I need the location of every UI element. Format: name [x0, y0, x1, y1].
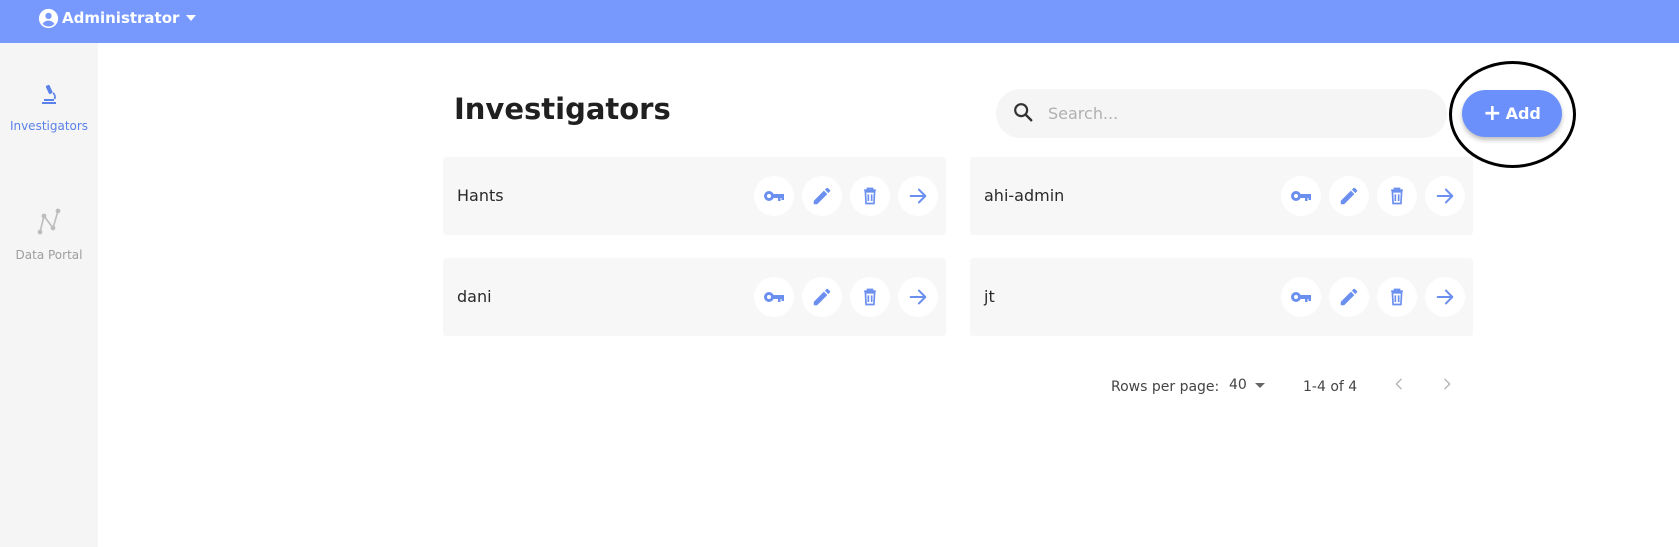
add-button-label: Add: [1505, 104, 1541, 123]
edit-pencil-icon[interactable]: [1329, 176, 1369, 216]
sidebar-item-label: Investigators: [9, 119, 89, 133]
search-box: [996, 89, 1447, 138]
card-actions: [1281, 176, 1465, 216]
rows-per-page-label: Rows per page:: [1111, 379, 1220, 395]
investigator-card[interactable]: ahi-admin: [970, 157, 1473, 235]
investigator-card[interactable]: dani: [443, 258, 946, 336]
arrow-right-icon[interactable]: [898, 176, 938, 216]
edit-pencil-icon[interactable]: [802, 176, 842, 216]
investigator-name: ahi-admin: [984, 186, 1065, 205]
next-page-button[interactable]: [1435, 374, 1459, 398]
sidebar-item-data-portal[interactable]: Data Portal: [0, 208, 98, 262]
card-actions: [754, 176, 938, 216]
plus-icon: +: [1483, 100, 1502, 126]
delete-trash-icon[interactable]: [1377, 277, 1417, 317]
edit-pencil-icon[interactable]: [1329, 277, 1369, 317]
microscope-icon: [38, 83, 60, 111]
chevron-right-icon: [1439, 376, 1455, 396]
user-name: Administrator: [62, 9, 180, 27]
arrow-right-icon[interactable]: [1425, 176, 1465, 216]
sidebar-item-investigators[interactable]: Investigators: [0, 83, 98, 133]
investigator-card[interactable]: jt: [970, 258, 1473, 336]
previous-page-button[interactable]: [1387, 374, 1411, 398]
rows-per-page-value: 40: [1229, 377, 1247, 393]
investigator-name: dani: [457, 287, 492, 306]
key-icon[interactable]: [1281, 176, 1321, 216]
rows-per-page-select[interactable]: 40: [1229, 377, 1265, 393]
network-graph-icon: [36, 208, 62, 240]
pagination-range: 1-4 of 4: [1303, 379, 1358, 395]
key-icon[interactable]: [754, 176, 794, 216]
add-investigator-button[interactable]: + Add: [1462, 90, 1562, 137]
investigator-name: jt: [984, 287, 995, 306]
sidebar: Investigators Data Portal: [0, 43, 98, 547]
investigator-name: Hants: [457, 186, 504, 205]
sidebar-item-label: Data Portal: [15, 248, 83, 262]
key-icon[interactable]: [1281, 277, 1321, 317]
delete-trash-icon[interactable]: [1377, 176, 1417, 216]
chevron-down-icon: [1254, 382, 1265, 388]
top-app-bar: Administrator: [0, 0, 1679, 43]
delete-trash-icon[interactable]: [850, 176, 890, 216]
page-title: Investigators: [454, 92, 671, 126]
search-input[interactable]: [1046, 103, 1426, 124]
user-menu[interactable]: Administrator: [38, 7, 197, 29]
card-actions: [1281, 277, 1465, 317]
chevron-left-icon: [1391, 376, 1407, 396]
search-icon: [1012, 101, 1034, 127]
investigator-card[interactable]: Hants: [443, 157, 946, 235]
arrow-right-icon[interactable]: [1425, 277, 1465, 317]
key-icon[interactable]: [754, 277, 794, 317]
delete-trash-icon[interactable]: [850, 277, 890, 317]
card-actions: [754, 277, 938, 317]
account-circle-icon: [38, 8, 59, 29]
chevron-down-icon: [186, 15, 197, 21]
edit-pencil-icon[interactable]: [802, 277, 842, 317]
arrow-right-icon[interactable]: [898, 277, 938, 317]
